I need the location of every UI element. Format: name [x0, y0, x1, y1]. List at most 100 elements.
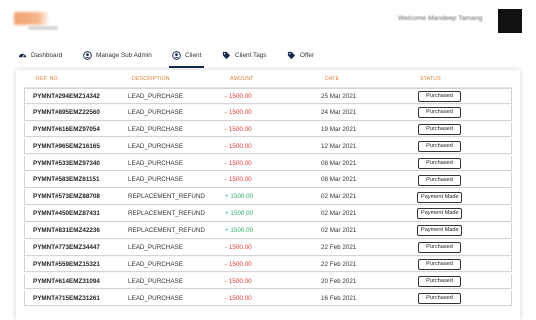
status-button[interactable]: Purchased [418, 259, 461, 271]
date: 20 Feb 2021 [321, 277, 357, 285]
status-button[interactable]: Payment Made [417, 191, 462, 203]
ref-number: PYMNT#614EMZ31094 [33, 277, 100, 285]
welcome-text: Welcome Mandeep Tamang [398, 15, 483, 22]
column-header-date: DATE [325, 76, 340, 82]
column-header-description: DESCRIPTION [132, 76, 170, 82]
ref-number: PYMNT#583EMZ61151 [33, 176, 100, 184]
description: LEAD_PURCHASE [128, 294, 183, 302]
avatar[interactable] [498, 9, 522, 33]
user-circle-icon [83, 50, 92, 60]
tag-icon [222, 51, 231, 60]
status-button[interactable]: Purchased [418, 140, 461, 152]
nav-item-client[interactable]: Client [168, 46, 205, 68]
table-row[interactable]: PYMNT#583EMZ61151 LEAD_PURCHASE - 1500.00 0… [24, 172, 512, 189]
description: LEAD_PURCHASE [128, 108, 183, 116]
status-button[interactable]: Payment Made [417, 208, 462, 220]
status-button[interactable]: Purchased [418, 242, 461, 254]
nav-label: Client Tags [235, 51, 267, 59]
table-row[interactable]: PYMNT#450EMZ87431 REPLACEMENT_REFUND + 150… [24, 206, 512, 222]
nav-item-manage-sub-admin[interactable]: Manage Sub Admin [83, 46, 152, 64]
amount: - 1500.00 [225, 243, 252, 251]
ref-number: PYMNT#294EMZ14342 [33, 93, 100, 100]
ref-number: PYMNT#573EMZ88708 [33, 193, 100, 201]
table-row[interactable]: PYMNT#616EMZ97054 LEAD_PURCHASE - 1500.00 1… [24, 121, 512, 138]
date: 12 Mar 2021 [321, 142, 357, 150]
ref-number: PYMNT#895EMZ22560 [33, 108, 100, 116]
ref-number: PYMNT#965EMZ16165 [33, 142, 100, 150]
amount: - 1500.00 [225, 260, 252, 268]
nav-label: Offer [300, 51, 315, 59]
description: LEAD_PURCHASE [128, 93, 183, 100]
status-button[interactable]: Purchased [418, 174, 461, 186]
dashboard-icon [18, 51, 27, 60]
table-row[interactable]: PYMNT#533EMZ97340 LEAD_PURCHASE - 1500.00 0… [24, 155, 512, 172]
top-nav: Dashboard Manage Sub Admin Client Client… [0, 46, 536, 68]
column-header-ref: REF. NO [36, 76, 58, 82]
amount: + 1500.00 [225, 193, 254, 201]
amount: - 1500.00 [225, 125, 252, 133]
description: LEAD_PURCHASE [128, 125, 183, 133]
logo-mark [14, 12, 48, 25]
date: 02 Mar 2021 [321, 210, 357, 218]
description: LEAD_PURCHASE [128, 142, 183, 150]
status-button[interactable]: Purchased [418, 275, 461, 287]
date: 22 Feb 2021 [321, 260, 357, 268]
description: REPLACEMENT_REFUND [128, 227, 205, 234]
amount: + 1500.00 [225, 210, 254, 218]
description: LEAD_PURCHASE [128, 243, 183, 251]
description: REPLACEMENT_REFUND [128, 210, 205, 218]
nav-label: Dashboard [31, 51, 63, 59]
table-row[interactable]: PYMNT#715EMZ31261 LEAD_PURCHASE - 1500.00 1… [24, 290, 512, 307]
date: 25 Mar 2021 [321, 93, 357, 100]
ref-number: PYMNT#831EMZ42236 [33, 227, 100, 234]
table-row[interactable]: PYMNT#573EMZ88708 REPLACEMENT_REFUND + 150… [24, 189, 512, 205]
date: 19 Mar 2021 [321, 125, 357, 133]
ref-number: PYMNT#773EMZ34447 [33, 243, 100, 251]
amount: + 1500.00 [225, 227, 254, 234]
table-row[interactable]: PYMNT#895EMZ22560 LEAD_PURCHASE - 1500.00 2… [24, 104, 512, 121]
description: REPLACEMENT_REFUND [128, 193, 205, 201]
nav-label: Manage Sub Admin [96, 51, 152, 59]
amount: - 1500.00 [225, 277, 252, 285]
description: LEAD_PURCHASE [128, 260, 183, 268]
ref-number: PYMNT#715EMZ31261 [33, 294, 100, 302]
table-row[interactable]: PYMNT#614EMZ31094 LEAD_PURCHASE - 1500.00 2… [24, 273, 512, 290]
table-row[interactable]: PYMNT#773EMZ34447 LEAD_PURCHASE - 1500.00 2… [24, 239, 512, 256]
brand-logo[interactable] [14, 12, 60, 32]
nav-item-dashboard[interactable]: Dashboard [18, 46, 62, 64]
ref-number: PYMNT#616EMZ97054 [33, 125, 100, 133]
amount: - 1500.00 [225, 294, 252, 302]
amount: - 1500.00 [225, 93, 252, 100]
amount: - 1500.00 [225, 108, 252, 116]
date: 22 Feb 2021 [321, 243, 357, 251]
status-button[interactable]: Purchased [418, 124, 461, 136]
date: 24 Mar 2021 [321, 108, 357, 116]
status-button[interactable]: Payment Made [417, 225, 462, 237]
tag-icon [287, 51, 296, 60]
description: LEAD_PURCHASE [128, 277, 183, 285]
description: LEAD_PURCHASE [128, 159, 183, 167]
date: 16 Feb 2021 [321, 294, 357, 302]
status-button[interactable]: Purchased [418, 91, 461, 103]
ref-number: PYMNT#559EMZ15321 [33, 260, 100, 268]
table-row[interactable]: PYMNT#559EMZ15321 LEAD_PURCHASE - 1500.00 2… [24, 256, 512, 273]
amount: - 1500.00 [225, 142, 252, 150]
date: 02 Mar 2021 [321, 227, 357, 234]
table-body: PYMNT#294EMZ14342 LEAD_PURCHASE - 1500.00 2… [24, 88, 512, 307]
table-row[interactable]: PYMNT#965EMZ16165 LEAD_PURCHASE - 1500.00 1… [24, 138, 512, 155]
status-button[interactable]: Purchased [418, 157, 461, 169]
nav-label: Client [185, 51, 202, 59]
nav-item-client-tags[interactable]: Client Tags [222, 46, 267, 64]
table-header: REF. NO DESCRIPTION AMOUNT DATE STATUS [24, 71, 512, 88]
ref-number: PYMNT#533EMZ97340 [33, 159, 100, 167]
table-row[interactable]: PYMNT#294EMZ14342 LEAD_PURCHASE - 1500.00 2… [24, 88, 512, 104]
status-button[interactable]: Purchased [418, 292, 461, 304]
logo-subtext [28, 26, 58, 30]
description: LEAD_PURCHASE [128, 176, 183, 184]
table-row[interactable]: PYMNT#831EMZ42236 REPLACEMENT_REFUND + 150… [24, 223, 512, 239]
date: 08 Mar 2021 [321, 159, 357, 167]
nav-item-offer[interactable]: Offer [287, 46, 314, 64]
status-button[interactable]: Purchased [418, 107, 461, 119]
amount: - 1500.00 [225, 176, 252, 184]
user-circle-icon [172, 50, 181, 60]
